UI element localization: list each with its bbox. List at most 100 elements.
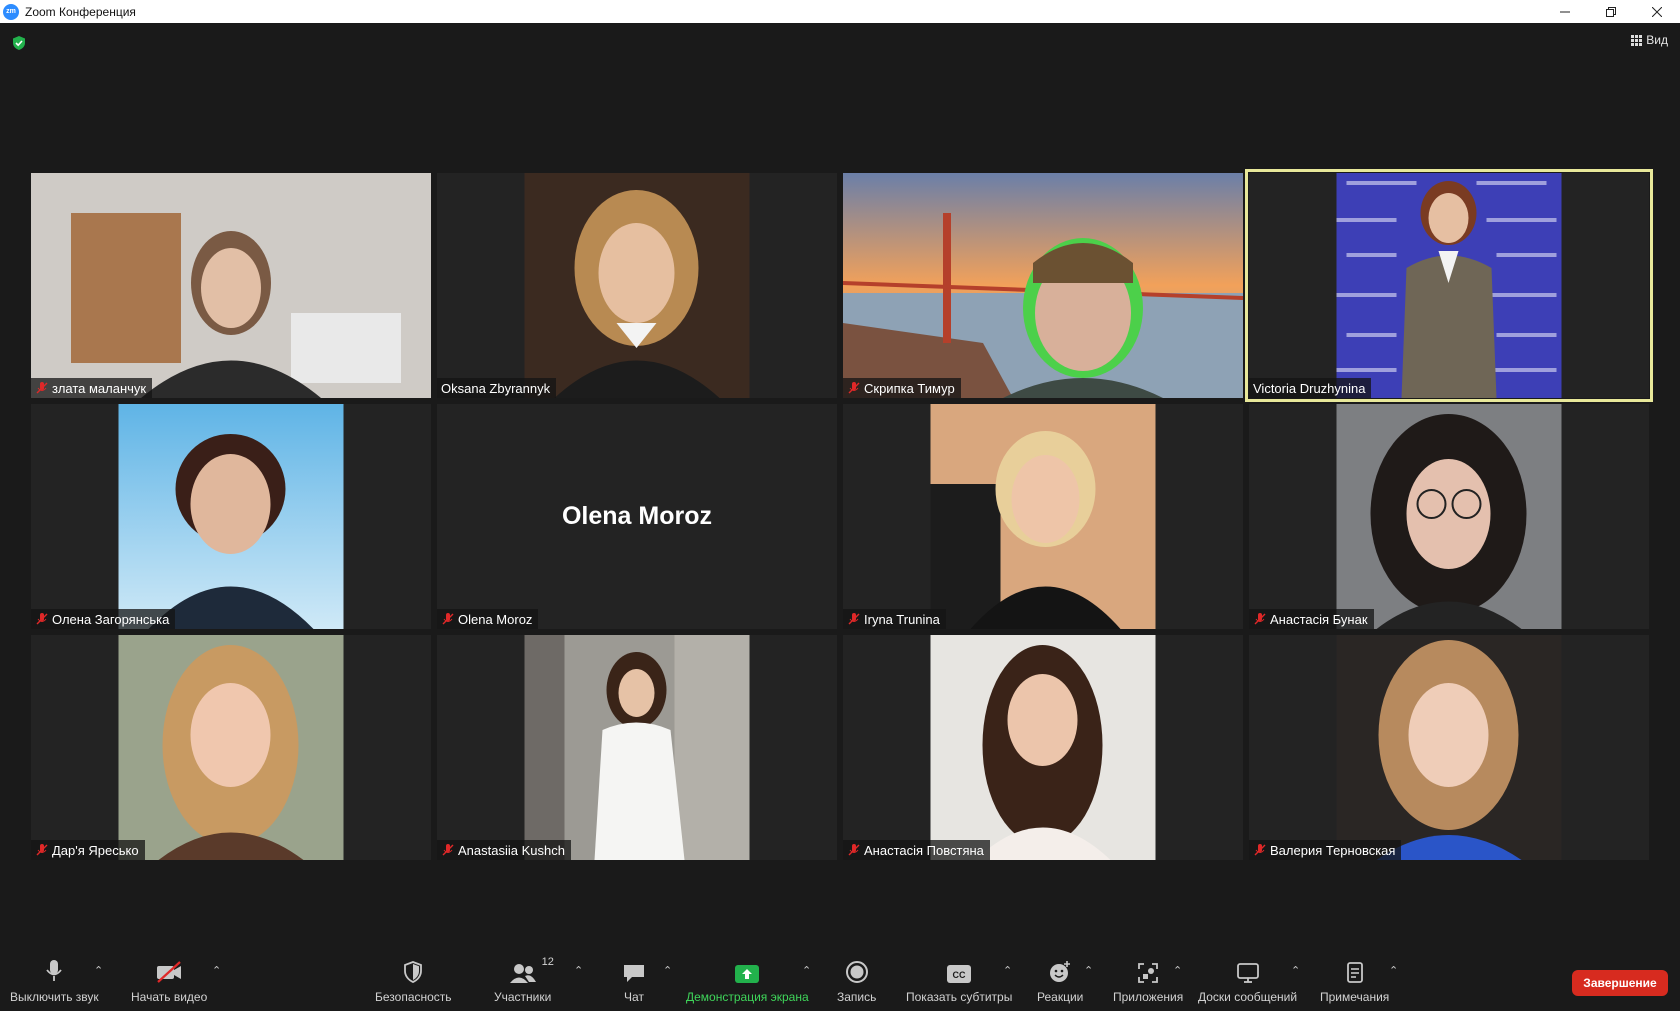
record-button[interactable]: Запись xyxy=(837,958,876,1008)
participant-tile[interactable]: Дар'я Яресько xyxy=(31,635,431,860)
participant-video xyxy=(118,404,344,629)
security-label: Безопасность xyxy=(375,990,452,1004)
share-screen-button[interactable]: Демонстрация экрана xyxy=(686,958,809,1008)
participant-nametag: Victoria Druzhynina xyxy=(1249,378,1372,398)
close-button[interactable] xyxy=(1634,0,1680,23)
participant-tile[interactable]: злата маланчук xyxy=(31,173,431,398)
chat-icon xyxy=(624,965,644,982)
meeting-toolbar: Выключить звук ⌃ Начать видео ⌃ Безопасн… xyxy=(0,952,1680,1011)
whiteboards-options-chevron-up-icon[interactable]: ⌃ xyxy=(1291,964,1300,977)
encryption-shield-icon[interactable] xyxy=(11,35,27,56)
participant-tile[interactable]: Oksana Zbyrannyk xyxy=(437,173,837,398)
video-off-icon xyxy=(157,961,182,983)
mute-button[interactable]: Выключить звук xyxy=(10,958,99,1008)
start-video-button[interactable]: Начать видео xyxy=(131,958,207,1008)
mic-muted-icon xyxy=(36,613,48,625)
participant-nametag: Анастасія Бунак xyxy=(1249,609,1374,629)
microphone-icon xyxy=(46,960,63,981)
participant-name: Дар'я Яресько xyxy=(52,842,139,858)
participant-nametag: злата маланчук xyxy=(31,378,153,398)
show-captions-button[interactable]: CC Показать субтитры xyxy=(906,958,1012,1008)
security-shield-icon xyxy=(404,961,423,983)
participant-video xyxy=(1336,635,1562,860)
participant-tile-no-video[interactable]: Olena Moroz Olena Moroz xyxy=(437,404,837,629)
security-button[interactable]: Безопасность xyxy=(375,958,452,1008)
window-title: Zoom Конференция xyxy=(25,4,136,19)
participant-video xyxy=(843,173,1243,398)
participants-options-chevron-up-icon[interactable]: ⌃ xyxy=(574,964,583,977)
reactions-options-chevron-up-icon[interactable]: ⌃ xyxy=(1084,964,1093,977)
chat-options-chevron-up-icon[interactable]: ⌃ xyxy=(663,964,672,977)
participant-nametag: Дар'я Яресько xyxy=(31,840,145,860)
mic-muted-icon xyxy=(848,613,860,625)
participant-video xyxy=(1336,404,1562,629)
apps-label: Приложения xyxy=(1113,990,1184,1004)
participant-name: Олена Загорянська xyxy=(52,611,170,627)
participant-tile[interactable]: Олена Загорянська xyxy=(31,404,431,629)
participant-nametag: Iryna Trunina xyxy=(843,609,946,629)
participant-name: Валерия Терновская xyxy=(1270,842,1396,858)
minimize-button[interactable] xyxy=(1542,0,1588,23)
whiteboards-button[interactable]: Доски сообщений xyxy=(1198,958,1297,1008)
closed-captions-icon: CC xyxy=(947,965,972,983)
participant-name: Скрипка Тимур xyxy=(864,380,955,396)
view-button[interactable]: Вид xyxy=(1631,33,1668,47)
view-label: Вид xyxy=(1646,33,1668,47)
reactions-label: Реакции xyxy=(1037,990,1084,1004)
participant-tile[interactable]: Скрипка Тимур xyxy=(843,173,1243,398)
close-icon xyxy=(1652,6,1662,17)
participant-name: Анастасія Бунак xyxy=(1270,611,1368,627)
apps-options-chevron-up-icon[interactable]: ⌃ xyxy=(1173,964,1182,977)
mic-muted-icon xyxy=(848,382,860,394)
participant-tile[interactable]: Анастасія Бунак xyxy=(1249,404,1649,629)
record-icon xyxy=(845,961,868,983)
reactions-button[interactable]: Реакции xyxy=(1037,958,1083,1008)
notes-icon xyxy=(1346,962,1363,983)
minimize-icon xyxy=(1560,11,1570,12)
mic-muted-icon xyxy=(1254,613,1266,625)
audio-options-chevron-up-icon[interactable]: ⌃ xyxy=(94,964,103,977)
participant-name: Анастасія Повстяна xyxy=(864,842,984,858)
whiteboards-label: Доски сообщений xyxy=(1198,990,1298,1004)
participants-button[interactable]: 12 Участники xyxy=(494,956,554,1008)
participant-video xyxy=(118,635,344,860)
record-label: Запись xyxy=(837,990,877,1004)
restore-button[interactable] xyxy=(1588,0,1634,23)
mic-muted-icon xyxy=(36,844,48,856)
title-bar: zm Zoom Конференция xyxy=(0,0,1680,23)
participant-name: Victoria Druzhynina xyxy=(1253,380,1366,396)
reactions-smiley-icon xyxy=(1050,961,1071,982)
participants-label: Участники xyxy=(494,990,552,1004)
participant-nametag: Валерия Терновская xyxy=(1249,840,1402,860)
chat-button[interactable]: Чат xyxy=(622,958,646,1008)
participant-nametag: Олена Загорянська xyxy=(31,609,176,629)
participant-tile[interactable]: Анастасія Повстяна xyxy=(843,635,1243,860)
notes-options-chevron-up-icon[interactable]: ⌃ xyxy=(1389,964,1398,977)
participant-tile[interactable]: Anastasiia Kushch xyxy=(437,635,837,860)
participant-video xyxy=(524,635,750,860)
meeting-area: Вид злата маланчук Oksana Zbyrannyk Скри… xyxy=(0,23,1680,952)
participant-name: Iryna Trunina xyxy=(864,611,940,627)
grid-view-icon xyxy=(1631,34,1643,46)
participant-nametag: Анастасія Повстяна xyxy=(843,840,990,860)
window-controls xyxy=(1542,0,1680,23)
share-screen-label: Демонстрация экрана xyxy=(686,990,809,1004)
participant-nametag: Скрипка Тимур xyxy=(843,378,961,398)
participant-tile-active-speaker[interactable]: Victoria Druzhynina xyxy=(1245,169,1653,402)
participants-count: 12 xyxy=(541,956,554,968)
svg-text:CC: CC xyxy=(953,970,966,980)
captions-options-chevron-up-icon[interactable]: ⌃ xyxy=(1003,964,1012,977)
end-meeting-button[interactable]: Завершение xyxy=(1572,970,1668,996)
notes-button[interactable]: Примечания xyxy=(1320,958,1389,1008)
mic-muted-icon xyxy=(1254,844,1266,856)
share-options-chevron-up-icon[interactable]: ⌃ xyxy=(802,964,811,977)
participant-video xyxy=(1336,173,1562,398)
share-screen-icon xyxy=(735,965,760,983)
participant-tile[interactable]: Iryna Trunina xyxy=(843,404,1243,629)
show-captions-label: Показать субтитры xyxy=(906,990,1013,1004)
mic-muted-icon xyxy=(848,844,860,856)
participant-tile[interactable]: Валерия Терновская xyxy=(1249,635,1649,860)
participant-name: Oksana Zbyrannyk xyxy=(441,380,551,396)
video-options-chevron-up-icon[interactable]: ⌃ xyxy=(212,964,221,977)
chat-label: Чат xyxy=(624,990,644,1004)
